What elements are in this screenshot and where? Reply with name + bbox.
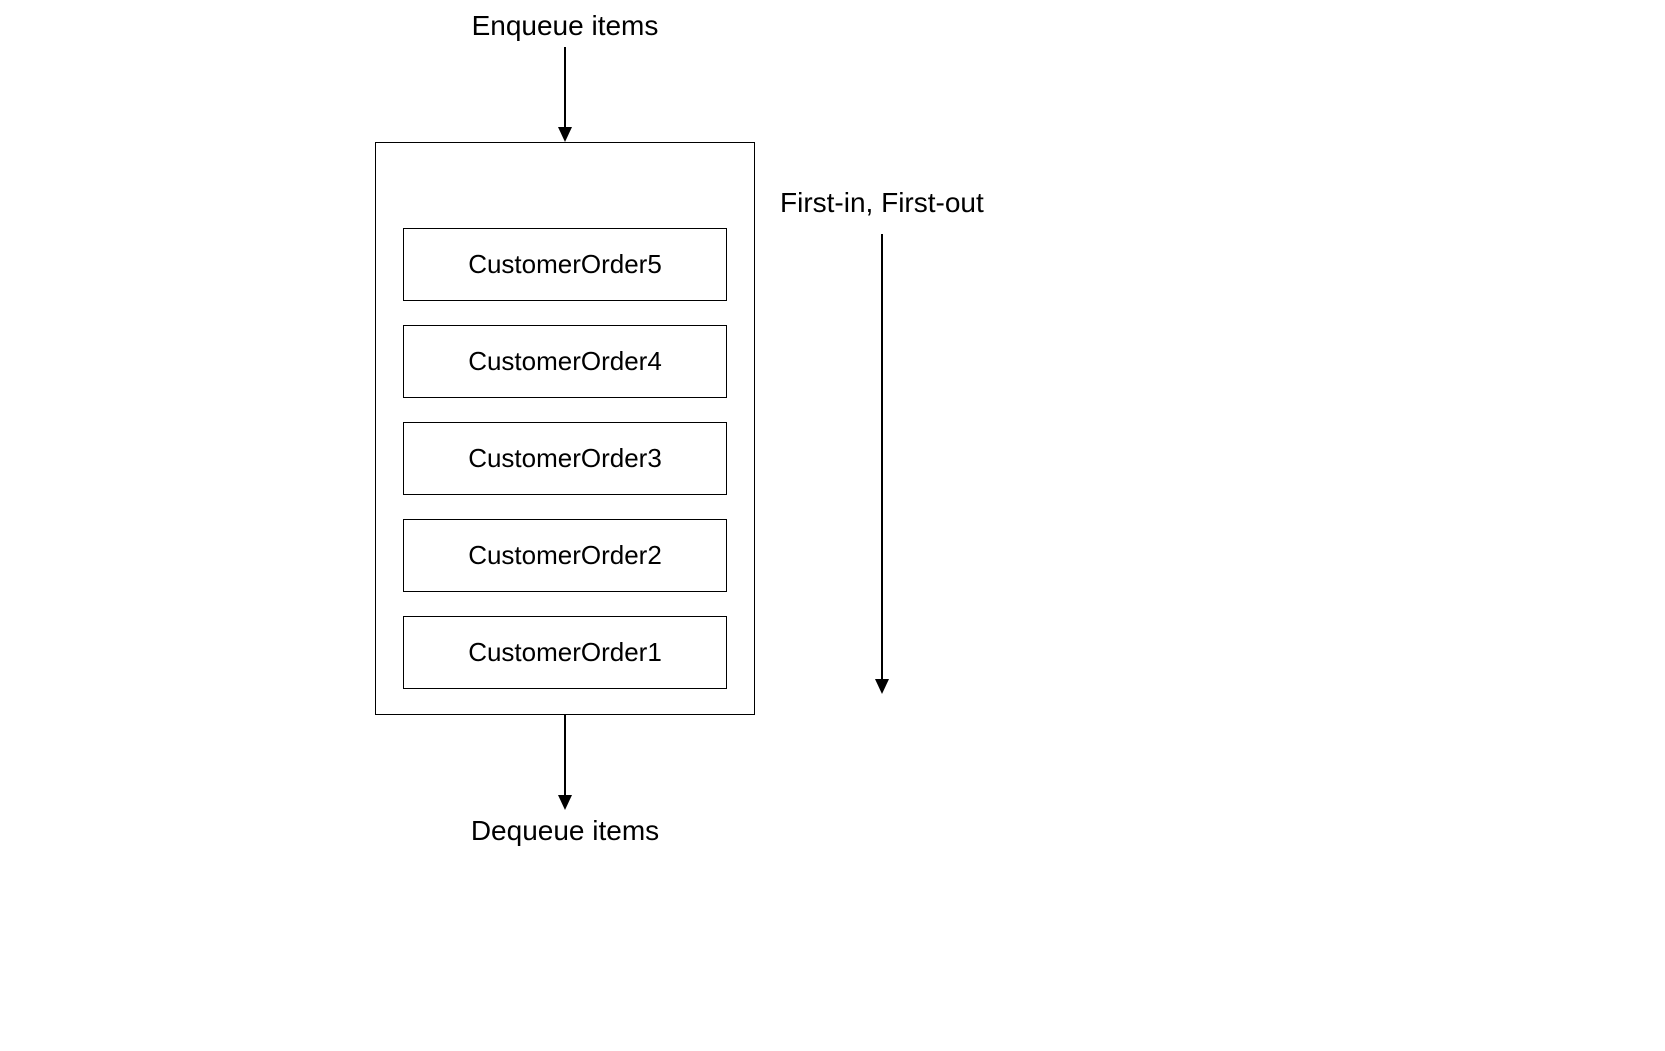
queue-item: CustomerOrder2 [403,519,727,592]
fifo-label: First-in, First-out [780,187,984,219]
dequeue-arrow-icon [375,715,755,810]
enqueue-arrow-icon [375,47,755,142]
dequeue-label: Dequeue items [375,815,755,847]
queue-item: CustomerOrder1 [403,616,727,689]
queue-item: CustomerOrder4 [403,325,727,398]
fifo-section: First-in, First-out [780,187,984,694]
queue-item: CustomerOrder5 [403,228,727,301]
fifo-arrow-icon [872,234,892,694]
queue-container: CustomerOrder5 CustomerOrder4 CustomerOr… [375,142,755,715]
enqueue-label: Enqueue items [375,10,755,42]
queue-item: CustomerOrder3 [403,422,727,495]
